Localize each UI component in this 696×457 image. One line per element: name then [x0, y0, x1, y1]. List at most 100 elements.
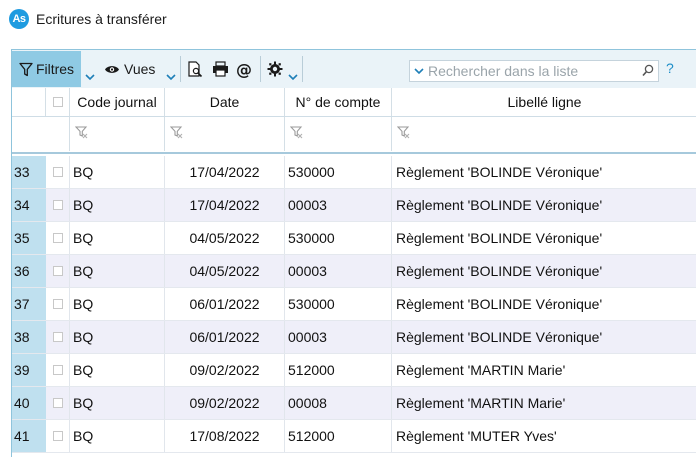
help-button[interactable]: ? — [666, 60, 674, 76]
column-header-code-journal[interactable]: Code journal — [70, 88, 165, 116]
column-header-compte[interactable]: N° de compte — [285, 88, 392, 116]
table-row[interactable]: 38 BQ 06/01/2022 00003 Règlement 'BOLIND… — [12, 321, 696, 354]
cell-compte: 00003 — [285, 321, 392, 353]
cell-compte: 00008 — [285, 387, 392, 419]
cell-libelle: Règlement 'BOLINDE Véronique' — [396, 230, 603, 246]
row-checkbox[interactable] — [52, 398, 63, 408]
row-checkbox[interactable] — [52, 299, 63, 309]
filter-cell-date[interactable] — [165, 117, 285, 151]
row-number: 35 — [12, 222, 46, 254]
cell-code-journal: BQ — [70, 222, 165, 254]
window-title: Ecritures à transférer — [36, 11, 167, 27]
cell-libelle: Règlement 'BOLINDE Véronique' — [396, 164, 603, 180]
row-select-cell[interactable] — [46, 255, 70, 287]
cell-date: 17/08/2022 — [165, 420, 285, 452]
row-checkbox[interactable] — [52, 167, 63, 177]
table-row[interactable]: 35 BQ 04/05/2022 530000 Règlement 'BOLIN… — [12, 222, 696, 255]
cell-date: 17/04/2022 — [165, 189, 285, 221]
cell-compte: 530000 — [285, 222, 392, 254]
row-checkbox[interactable] — [52, 266, 63, 276]
cell-date: 04/05/2022 — [165, 222, 285, 254]
column-header-libelle[interactable]: Libellé ligne — [392, 88, 696, 116]
filtres-label: Filtres — [35, 61, 75, 77]
search-input[interactable] — [428, 63, 628, 79]
cell-compte: 00003 — [285, 189, 392, 221]
cell-date: 09/02/2022 — [165, 354, 285, 386]
row-checkbox[interactable] — [52, 332, 63, 342]
cell-compte: 512000 — [285, 354, 392, 386]
search-icon[interactable] — [642, 64, 654, 77]
column-filter-icon[interactable] — [170, 125, 184, 139]
cell-code-journal: BQ — [70, 321, 165, 353]
toolbar-separator — [260, 56, 261, 82]
chevron-down-icon[interactable] — [414, 67, 424, 75]
table-row[interactable]: 39 BQ 09/02/2022 512000 Règlement 'MARTI… — [12, 354, 696, 387]
cell-compte: 530000 — [285, 288, 392, 320]
title-bar: As Ecritures à transférer — [0, 0, 696, 38]
row-select-cell[interactable] — [46, 288, 70, 320]
email-icon[interactable]: @ — [236, 61, 253, 78]
row-select-cell[interactable] — [46, 222, 70, 254]
row-checkbox[interactable] — [52, 200, 63, 210]
table-row[interactable]: 34 BQ 17/04/2022 00003 Règlement 'BOLIND… — [12, 189, 696, 222]
table-row[interactable]: 36 BQ 04/05/2022 00003 Règlement 'BOLIND… — [12, 255, 696, 288]
list-panel: Filtres Vues @ Rechercher dans la liste … — [11, 49, 696, 457]
row-number: 36 — [12, 255, 46, 287]
select-all-checkbox[interactable] — [52, 97, 63, 107]
table-header: Code journal Date N° de compte Libellé l… — [12, 88, 696, 117]
cell-compte: 00003 — [285, 255, 392, 287]
column-header-date[interactable]: Date — [165, 88, 285, 116]
row-select-cell[interactable] — [46, 156, 70, 188]
cell-code-journal: BQ — [70, 354, 165, 386]
vues-label: Vues — [124, 61, 156, 77]
row-select-cell[interactable] — [46, 321, 70, 353]
cell-code-journal: BQ — [70, 387, 165, 419]
filtres-button[interactable]: Filtres — [12, 51, 81, 87]
cell-libelle: Règlement 'MARTIN Marie' — [396, 362, 566, 378]
filter-cell-code-journal[interactable] — [70, 117, 165, 151]
table-row[interactable]: 40 BQ 09/02/2022 00008 Règlement 'MARTIN… — [12, 387, 696, 420]
print-icon[interactable] — [212, 61, 229, 77]
row-select-cell[interactable] — [46, 387, 70, 419]
column-filter-icon[interactable] — [290, 125, 304, 139]
cell-date: 17/04/2022 — [165, 156, 285, 188]
row-number: 39 — [12, 354, 46, 386]
table-body: 33 BQ 17/04/2022 530000 Règlement 'BOLIN… — [12, 156, 696, 453]
select-all-cell[interactable] — [46, 88, 70, 116]
filter-cell-compte[interactable] — [285, 117, 392, 151]
vues-dropdown-icon[interactable] — [166, 73, 176, 81]
cell-libelle: Règlement 'BOLINDE Véronique' — [396, 263, 603, 279]
cell-libelle: Règlement 'MUTER Yves' — [396, 428, 557, 444]
row-number: 34 — [12, 189, 46, 221]
column-filter-icon[interactable] — [75, 125, 89, 139]
filter-cell-libelle[interactable] — [392, 117, 696, 151]
row-checkbox[interactable] — [52, 365, 63, 375]
cell-libelle: Règlement 'BOLINDE Véronique' — [396, 296, 603, 312]
cell-compte: 530000 — [285, 156, 392, 188]
row-number: 40 — [12, 387, 46, 419]
toolbar: Filtres Vues @ Rechercher dans la liste … — [12, 50, 696, 89]
print-preview-icon[interactable] — [187, 61, 203, 78]
row-select-cell[interactable] — [46, 189, 70, 221]
filtres-dropdown-icon[interactable] — [85, 73, 95, 81]
app-logo-icon: As — [9, 9, 29, 29]
table-row[interactable]: 37 BQ 06/01/2022 530000 Règlement 'BOLIN… — [12, 288, 696, 321]
row-number: 41 — [12, 420, 46, 452]
filter-icon — [19, 62, 33, 76]
vues-button[interactable]: Vues — [104, 51, 155, 87]
settings-gear-icon[interactable] — [267, 61, 283, 77]
cell-code-journal: BQ — [70, 255, 165, 287]
cell-date: 09/02/2022 — [165, 387, 285, 419]
column-filter-icon[interactable] — [397, 125, 411, 139]
table-row[interactable]: 41 BQ 17/08/2022 512000 Règlement 'MUTER… — [12, 420, 696, 453]
row-select-cell[interactable] — [46, 354, 70, 386]
cell-code-journal: BQ — [70, 189, 165, 221]
row-select-cell[interactable] — [46, 420, 70, 452]
row-number-header — [12, 88, 46, 116]
table-row[interactable]: 33 BQ 17/04/2022 530000 Règlement 'BOLIN… — [12, 156, 696, 189]
row-checkbox[interactable] — [52, 431, 63, 441]
cell-libelle: Règlement 'BOLINDE Véronique' — [396, 197, 603, 213]
settings-dropdown-icon[interactable] — [288, 73, 298, 81]
cell-libelle: Règlement 'MARTIN Marie' — [396, 395, 566, 411]
row-checkbox[interactable] — [52, 233, 63, 243]
